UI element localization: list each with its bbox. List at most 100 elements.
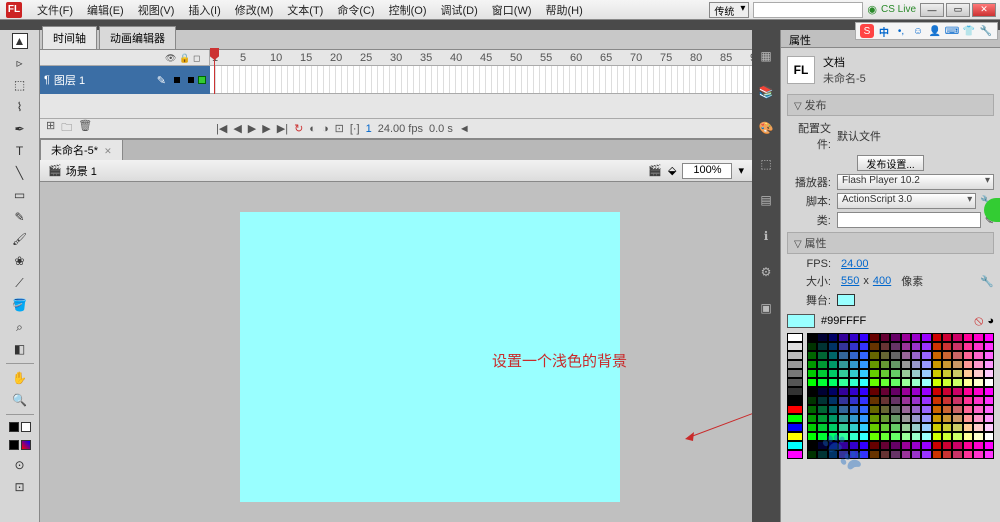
maximize-button[interactable]: ▭: [946, 3, 970, 17]
tab-timeline[interactable]: 时间轴: [42, 26, 97, 49]
marker-icon[interactable]: [·]: [350, 123, 360, 135]
eraser-tool[interactable]: ◧: [12, 341, 28, 357]
prev-frame-icon[interactable]: ◀: [233, 122, 241, 135]
new-layer-icon[interactable]: ⊞: [46, 119, 55, 138]
menu-文本[interactable]: 文本(T): [280, 0, 330, 20]
zoom-input[interactable]: 100%: [682, 163, 732, 179]
pen-tool[interactable]: ✒: [12, 121, 28, 137]
pencil-tool[interactable]: ✎: [12, 209, 28, 225]
line-tool[interactable]: ╲: [12, 165, 28, 181]
components-panel-icon[interactable]: ▣: [758, 300, 774, 316]
frames-area[interactable]: [210, 66, 752, 94]
menu-插入[interactable]: 插入(I): [181, 0, 227, 20]
menu-帮助[interactable]: 帮助(H): [539, 0, 590, 20]
bone-tool[interactable]: ⟋: [12, 275, 28, 291]
color-panel-icon[interactable]: 🎨: [758, 120, 774, 136]
frame-ruler[interactable]: 15101520253035404550556065707580859095: [210, 50, 752, 65]
ime-lang-icon[interactable]: 中: [877, 24, 891, 38]
tab-motion-editor[interactable]: 动画编辑器: [99, 26, 176, 49]
play-icon[interactable]: ▶: [248, 122, 256, 135]
align-panel-icon[interactable]: ▦: [758, 48, 774, 64]
document-tab[interactable]: 未命名-5*✕: [40, 139, 123, 160]
cslive-icon[interactable]: ◉: [867, 3, 877, 16]
eye-icon[interactable]: 👁: [165, 53, 175, 63]
scroll-icon[interactable]: ◄: [459, 123, 470, 135]
info-panel-icon[interactable]: ℹ: [758, 228, 774, 244]
ime-user-icon[interactable]: 👤: [928, 24, 942, 38]
fill-swatch[interactable]: [21, 422, 31, 432]
cslive-label[interactable]: CS Live: [881, 4, 916, 15]
script-select[interactable]: ActionScript 3.0: [837, 193, 976, 209]
menu-修改[interactable]: 修改(M): [228, 0, 281, 20]
edit-multiple-icon[interactable]: ⊡: [335, 122, 344, 135]
hand-tool[interactable]: ✋: [12, 370, 28, 386]
next-frame-icon[interactable]: ▶: [262, 122, 270, 135]
ime-skin-icon[interactable]: 👕: [962, 24, 976, 38]
brush-tool[interactable]: 🖌: [12, 231, 28, 247]
close-tab-icon[interactable]: ✕: [104, 146, 112, 156]
height-value[interactable]: 400: [873, 275, 891, 287]
ime-face-icon[interactable]: ☺: [911, 24, 925, 38]
lock-icon[interactable]: 🔒: [179, 53, 189, 63]
layer-row[interactable]: ¶ 图层 1 ✎: [40, 66, 210, 94]
search-input[interactable]: [753, 2, 863, 18]
menu-窗口[interactable]: 窗口(W): [485, 0, 539, 20]
swap-colors[interactable]: [9, 440, 19, 450]
paint-bucket-tool[interactable]: 🪣: [12, 297, 28, 313]
outline-icon[interactable]: ◻: [193, 53, 203, 63]
publish-section-header[interactable]: ▽ 发布: [787, 94, 994, 116]
snap-icon[interactable]: ⊙: [12, 457, 28, 473]
option-icon[interactable]: ⊡: [12, 479, 28, 495]
swatches-panel-icon[interactable]: ▤: [758, 192, 774, 208]
library-panel-icon[interactable]: 📚: [758, 84, 774, 100]
publish-settings-button[interactable]: 发布设置...: [857, 155, 923, 171]
class-input[interactable]: [837, 212, 981, 228]
deco-tool[interactable]: ❀: [12, 253, 28, 269]
workspace-selector[interactable]: 传统: [709, 2, 749, 18]
size-edit-icon[interactable]: 🔧: [980, 275, 994, 288]
zoom-dropdown-icon[interactable]: ▾: [738, 164, 744, 177]
transform-panel-icon[interactable]: ⬚: [758, 156, 774, 172]
loop-icon[interactable]: ↻: [294, 122, 303, 135]
new-folder-icon[interactable]: 🗀: [61, 119, 72, 138]
edit-scene-icon[interactable]: 🎬: [648, 164, 662, 177]
stage-area[interactable]: 设置一个浅色的背景: [40, 182, 752, 522]
scene-name[interactable]: 场景 1: [66, 163, 97, 179]
onion-outline-icon[interactable]: ◑: [322, 123, 329, 135]
menu-视图[interactable]: 视图(V): [131, 0, 182, 20]
color-wheel-icon[interactable]: ◕: [987, 315, 994, 327]
no-color-icon[interactable]: ⦸: [974, 312, 983, 329]
playhead[interactable]: [214, 50, 215, 94]
stroke-swatch[interactable]: [9, 422, 19, 432]
sogou-icon[interactable]: S: [860, 24, 874, 38]
color-picker[interactable]: [787, 333, 994, 459]
menu-文件[interactable]: 文件(F): [30, 0, 80, 20]
width-value[interactable]: 550: [841, 275, 859, 287]
subselection-tool[interactable]: ▹: [12, 55, 28, 71]
lasso-tool[interactable]: ⌇: [12, 99, 28, 115]
last-frame-icon[interactable]: ▶|: [277, 122, 288, 135]
hex-swatch[interactable]: [787, 314, 815, 328]
text-tool[interactable]: T: [12, 143, 28, 159]
first-frame-icon[interactable]: |◀: [216, 122, 227, 135]
edit-symbols-icon[interactable]: ⬙: [668, 164, 676, 177]
onion-icon[interactable]: ◐: [309, 123, 316, 135]
zoom-tool[interactable]: 🔍: [12, 392, 28, 408]
ime-tool-icon[interactable]: 🔧: [979, 24, 993, 38]
menu-编辑[interactable]: 编辑(E): [80, 0, 131, 20]
rectangle-tool[interactable]: ▭: [12, 187, 28, 203]
ime-punct-icon[interactable]: •,: [894, 24, 908, 38]
selection-tool[interactable]: ▲: [12, 33, 28, 49]
stage-color-swatch[interactable]: [837, 294, 855, 306]
player-select[interactable]: Flash Player 10.2: [837, 174, 994, 190]
ime-keyboard-icon[interactable]: ⌨: [945, 24, 959, 38]
delete-layer-icon[interactable]: 🗑: [78, 119, 92, 138]
close-button[interactable]: ✕: [972, 3, 996, 17]
fps-value[interactable]: 24.00: [841, 258, 869, 270]
menu-命令[interactable]: 命令(C): [330, 0, 381, 20]
attrs-section-header[interactable]: ▽ 属性: [787, 232, 994, 254]
eyedropper-tool[interactable]: ⌕: [12, 319, 28, 335]
free-transform-tool[interactable]: ⬚: [12, 77, 28, 93]
menu-调试[interactable]: 调试(D): [434, 0, 485, 20]
minimize-button[interactable]: —: [920, 3, 944, 17]
